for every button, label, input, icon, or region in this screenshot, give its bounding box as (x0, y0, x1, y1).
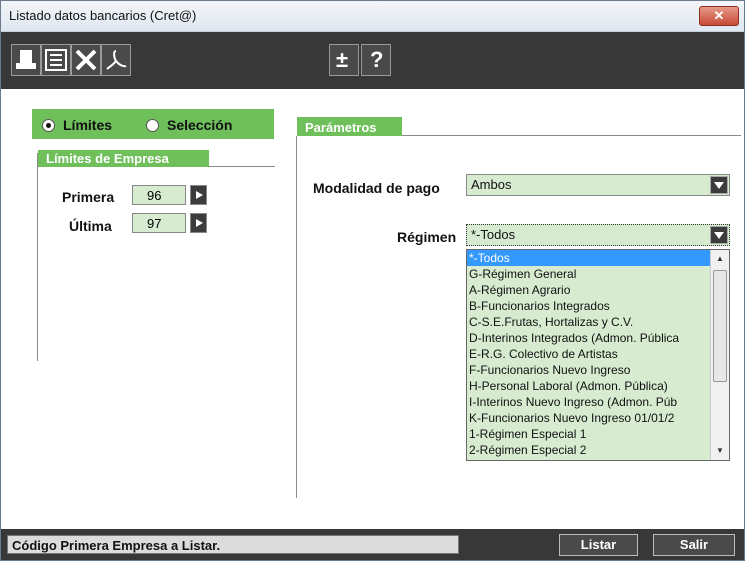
params-divider (402, 135, 741, 136)
list-item[interactable]: 2-Régimen Especial 2 (467, 442, 712, 458)
title-bar[interactable]: Listado datos bancarios (Cret@) ✕ (1, 1, 744, 32)
excel-button[interactable] (71, 44, 101, 76)
last-company-field[interactable]: 97 (132, 213, 186, 233)
list-item[interactable]: F-Funcionarios Nuevo Ingreso (467, 362, 712, 378)
list-item[interactable]: K-Funcionarios Nuevo Ingreso 01/01/2 (467, 410, 712, 426)
list-item[interactable]: G-Régimen General (467, 266, 712, 282)
scroll-up-icon[interactable]: ▲ (716, 254, 724, 263)
list-icon (45, 49, 67, 71)
list-item[interactable]: H-Personal Laboral (Admon. Pública) (467, 378, 712, 394)
radio-selection[interactable]: Selección (146, 117, 232, 133)
close-button[interactable]: ✕ (699, 6, 739, 26)
window-title: Listado datos bancarios (Cret@) (9, 8, 197, 23)
params-panel-border (296, 136, 297, 498)
list-item[interactable]: B-Funcionarios Integrados (467, 298, 712, 314)
last-label: Última (69, 218, 112, 234)
radio-selection-label: Selección (167, 117, 233, 133)
list-item[interactable]: C-S.E.Frutas, Hortalizas y C.V. (467, 314, 712, 330)
list-item[interactable]: A-Régimen Agrario (467, 282, 712, 298)
print-button[interactable] (11, 44, 41, 76)
help-button[interactable]: ? (361, 44, 391, 76)
company-limits-divider (209, 166, 275, 167)
toolbar: ± ? (1, 32, 744, 89)
payment-mode-select[interactable]: Ambos (466, 174, 730, 196)
list-item[interactable]: *-Todos (467, 250, 712, 266)
status-bar: Código Primera Empresa a Listar. Listar … (1, 529, 744, 560)
list-button[interactable]: Listar (559, 534, 638, 556)
content-area: Límites Selección Límites de Empresa Pri… (1, 89, 744, 529)
regime-value: *-Todos (471, 227, 516, 242)
exit-button[interactable]: Salir (653, 534, 735, 556)
radio-unchecked-icon (146, 118, 159, 132)
radio-limits[interactable]: Límites (42, 117, 112, 133)
company-limits-header: Límites de Empresa (38, 150, 209, 167)
first-label: Primera (62, 189, 115, 205)
left-panel-border (37, 153, 38, 361)
payment-mode-value: Ambos (471, 177, 512, 192)
mode-selector: Límites Selección (32, 109, 274, 139)
pdf-button[interactable] (101, 44, 131, 76)
regime-select[interactable]: *-Todos (466, 224, 730, 246)
regime-label: Régimen (397, 229, 457, 245)
last-lookup-arrow-icon[interactable] (190, 213, 207, 233)
first-company-field[interactable]: 96 (132, 185, 186, 205)
plus-minus-icon: ± (336, 47, 349, 72)
scroll-down-icon[interactable]: ▼ (716, 446, 724, 455)
regime-dropdown-list[interactable]: *-Todos G-Régimen General A-Régimen Agra… (466, 249, 730, 461)
main-window: Listado datos bancarios (Cret@) ✕ ± ? Lí… (0, 0, 745, 561)
list-item[interactable]: E-R.G. Colectivo de Artistas (467, 346, 712, 362)
chevron-down-icon[interactable] (710, 176, 728, 194)
plus-minus-button[interactable]: ± (329, 44, 359, 76)
print-icon (16, 50, 36, 69)
list-item[interactable]: D-Interinos Integrados (Admon. Pública (467, 330, 712, 346)
list-scrollbar[interactable]: ▲ ▼ (710, 250, 729, 460)
payment-label: Modalidad de pago (313, 180, 440, 196)
pdf-icon (106, 50, 127, 70)
tab-parameters[interactable]: Parámetros (297, 117, 402, 136)
scroll-thumb[interactable] (713, 270, 727, 382)
status-text: Código Primera Empresa a Listar. (7, 535, 459, 554)
chevron-down-icon[interactable] (710, 226, 728, 244)
excel-icon (75, 49, 97, 71)
list-item[interactable]: I-Interinos Nuevo Ingreso (Admon. Púb (467, 394, 712, 410)
first-lookup-arrow-icon[interactable] (190, 185, 207, 205)
list-button[interactable] (41, 44, 71, 76)
radio-checked-icon (42, 118, 55, 132)
list-item[interactable]: 1-Régimen Especial 1 (467, 426, 712, 442)
help-icon: ? (370, 47, 384, 72)
radio-limits-label: Límites (63, 117, 113, 133)
